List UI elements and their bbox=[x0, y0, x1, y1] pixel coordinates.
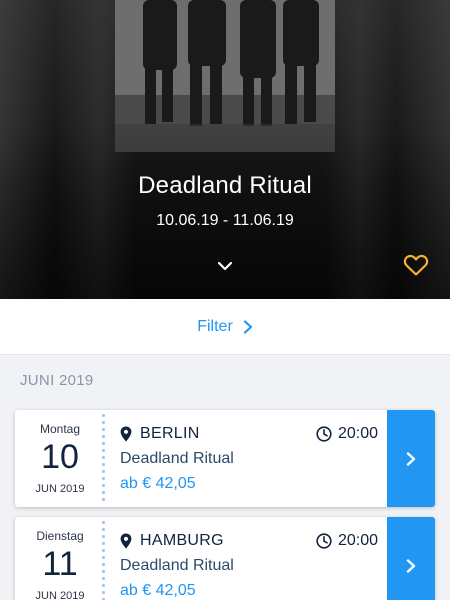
chevron-right-icon bbox=[243, 319, 252, 334]
event-city: HAMBURG bbox=[140, 532, 224, 549]
event-act: Deadland Ritual bbox=[120, 450, 234, 467]
event-date: Montag 10 JUN 2019 bbox=[15, 410, 105, 507]
event-card[interactable]: Dienstag 11 JUN 2019 HAMBURG 20:00 Deadl… bbox=[15, 517, 435, 600]
event-location: BERLIN bbox=[120, 425, 200, 443]
month-header: JUNI 2019 bbox=[20, 372, 94, 389]
event-title: Deadland Ritual bbox=[138, 172, 312, 199]
event-price: ab € 42,05 bbox=[120, 475, 196, 492]
event-weekday: Montag bbox=[39, 422, 81, 436]
location-pin-icon bbox=[120, 533, 132, 549]
event-date: Dienstag 11 JUN 2019 bbox=[15, 517, 105, 600]
event-month-year: JUN 2019 bbox=[35, 590, 85, 600]
clock-icon bbox=[316, 426, 332, 442]
event-city: BERLIN bbox=[140, 425, 200, 442]
event-card[interactable]: Montag 10 JUN 2019 BERLIN 20:00 Deadland… bbox=[15, 410, 435, 507]
clock-icon bbox=[316, 533, 332, 549]
event-time-value: 20:00 bbox=[337, 532, 378, 549]
event-location: HAMBURG bbox=[120, 532, 224, 550]
filter-label: Filter bbox=[197, 317, 233, 335]
event-open-button[interactable] bbox=[387, 517, 435, 600]
chevron-right-icon bbox=[406, 558, 416, 573]
event-date-range: 10.06.19 - 11.06.19 bbox=[156, 212, 294, 229]
event-info: HAMBURG 20:00 Deadland Ritual ab € 42,05 bbox=[120, 517, 388, 600]
event-weekday: Dienstag bbox=[36, 529, 84, 543]
event-time-value: 20:00 bbox=[337, 425, 378, 442]
event-time: 20:00 bbox=[316, 425, 378, 443]
event-hero: Deadland Ritual 10.06.19 - 11.06.19 bbox=[0, 0, 450, 299]
chevron-down-icon[interactable] bbox=[216, 257, 234, 275]
filter-bar: Filter bbox=[0, 299, 450, 355]
event-act: Deadland Ritual bbox=[120, 557, 234, 574]
chevron-right-icon bbox=[406, 451, 416, 466]
event-open-button[interactable] bbox=[387, 410, 435, 507]
location-pin-icon bbox=[120, 426, 132, 442]
event-month-year: JUN 2019 bbox=[35, 483, 85, 495]
event-price: ab € 42,05 bbox=[120, 582, 196, 599]
event-time: 20:00 bbox=[316, 532, 378, 550]
ticket-perforation bbox=[102, 410, 106, 507]
filter-button[interactable]: Filter bbox=[197, 318, 253, 336]
event-day: 11 bbox=[42, 545, 78, 583]
heart-outline-icon[interactable] bbox=[403, 253, 429, 277]
ticket-perforation bbox=[102, 517, 106, 600]
event-day: 10 bbox=[41, 438, 79, 476]
event-info: BERLIN 20:00 Deadland Ritual ab € 42,05 bbox=[120, 410, 388, 507]
